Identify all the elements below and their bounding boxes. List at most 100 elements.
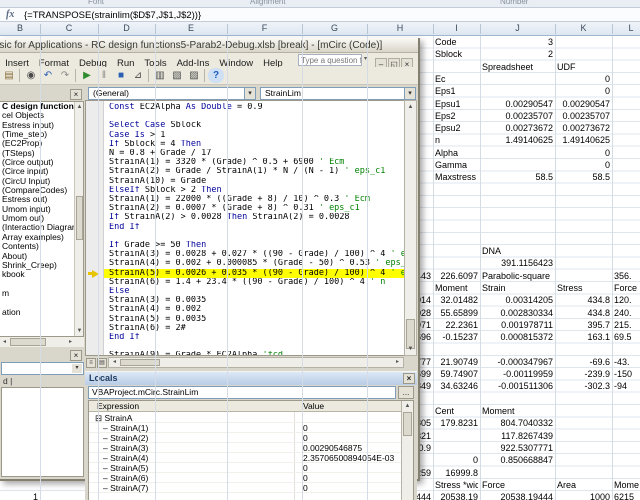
locals-row[interactable]: – StrainA(4)2.35706500894054E-03Double xyxy=(89,453,413,463)
spreadsheet-cell[interactable]: Ec xyxy=(435,73,478,85)
spreadsheet-cell[interactable]: 55.65899 xyxy=(435,307,478,319)
locals-row[interactable]: – StrainA(3)0.00290546875Double xyxy=(89,443,413,453)
spreadsheet-cell[interactable]: Parabolic-square xyxy=(482,270,553,282)
code-line[interactable]: If StrainA(2) > 0.0028 Then StrainA(2) =… xyxy=(104,213,404,222)
spreadsheet-cell[interactable]: 395.7 xyxy=(557,319,610,331)
code-margin[interactable] xyxy=(86,101,104,355)
spreadsheet-cell[interactable]: 16999.8 xyxy=(435,467,478,479)
code-line[interactable]: If Sblock = 4 Then xyxy=(104,140,404,149)
code-line[interactable]: Case Is > 1 xyxy=(104,131,404,140)
undo-icon[interactable]: ↶ xyxy=(40,68,56,83)
code-line[interactable]: StrainA(4) = 0.002 + 0.000085 * (Grade -… xyxy=(104,259,404,268)
spreadsheet-cell[interactable]: Cent xyxy=(435,405,478,417)
spreadsheet-cell[interactable]: -0.000347967 xyxy=(482,356,553,368)
project-tree-item[interactable] xyxy=(0,280,83,289)
code-line[interactable]: StrainA(6) = 2# xyxy=(104,324,404,333)
code-line[interactable]: ElseIf Sblock > 2 Then xyxy=(104,186,404,195)
spreadsheet-cell[interactable]: Gamma xyxy=(435,159,478,171)
help-icon[interactable]: ? xyxy=(208,68,224,83)
spreadsheet-cell[interactable]: -302.3 xyxy=(557,380,610,392)
project-horizontal-scrollbar[interactable]: ◂ ▸ xyxy=(0,337,84,347)
code-line[interactable]: StrainA(10) = Grade xyxy=(104,177,404,186)
code-line[interactable]: End If xyxy=(104,223,404,232)
properties-close-icon[interactable]: × xyxy=(70,350,82,361)
spreadsheet-cell[interactable]: -94 xyxy=(614,380,640,392)
spreadsheet-cell[interactable]: -69.6 xyxy=(557,356,610,368)
spreadsheet-cell[interactable]: 0 xyxy=(557,85,610,97)
code-line[interactable]: StrainA(1) = 22000 * ((Grade + 8) / 10) … xyxy=(104,195,404,204)
code-line[interactable]: StrainA(3) = 0.0028 + 0.027 * ((90 - Gra… xyxy=(104,250,404,259)
menu-item-run[interactable]: Run xyxy=(112,57,139,67)
spreadsheet-cell[interactable]: Strain xyxy=(482,282,553,294)
code-line[interactable]: StrainA(5) = 0.0035 xyxy=(104,315,404,324)
spreadsheet-cell[interactable]: 240. xyxy=(614,307,640,319)
locals-column-header-expression[interactable]: Expression xyxy=(93,401,139,412)
menu-item-debug[interactable]: Debug xyxy=(74,57,112,67)
code-line[interactable]: Else xyxy=(104,287,404,296)
code-line[interactable]: StrainA(2) = 0.0007 * (Grade + 8) ^ 0.31… xyxy=(104,204,404,213)
spreadsheet-cell[interactable]: -0.00119959 xyxy=(482,368,553,380)
spreadsheet-cell[interactable]: 117.8267439 xyxy=(482,430,553,442)
spreadsheet-cell[interactable]: 22.2361 xyxy=(435,319,478,331)
menu-item-add-ins[interactable]: Add-Ins xyxy=(172,57,215,67)
procedure-view-icon[interactable]: ≡ xyxy=(86,358,96,368)
spreadsheet-cell[interactable]: 391.1156423 xyxy=(482,257,553,269)
spreadsheet-cell[interactable]: 58.5 xyxy=(482,171,553,183)
spreadsheet-cell[interactable]: Area xyxy=(557,479,610,491)
chevron-down-icon[interactable]: ▾ xyxy=(244,88,255,99)
spreadsheet-cell[interactable]: -239.9 xyxy=(557,368,610,380)
run-icon[interactable]: ▶ xyxy=(79,68,95,83)
code-line[interactable]: If Grade >= 50 Then xyxy=(104,241,404,250)
menu-item-insert[interactable]: Insert xyxy=(0,57,34,67)
locals-row[interactable]: – StrainA(2)0Double xyxy=(89,433,413,443)
code-line[interactable]: Select Case Sblock xyxy=(104,121,404,130)
code-line[interactable] xyxy=(104,232,404,241)
code-vertical-scrollbar[interactable]: ▲ ▼ xyxy=(404,100,417,356)
code-current-line[interactable]: StrainA(5) = 0.0026 + 0.035 * ((90 - Gra… xyxy=(104,268,404,278)
spreadsheet-cell[interactable]: Moment xyxy=(482,405,553,417)
paste-icon[interactable]: ▤ xyxy=(1,68,17,83)
spreadsheet-cell[interactable]: 0.00235707 xyxy=(557,110,610,122)
code-line[interactable]: StrainA(3) = 0.0035 xyxy=(104,296,404,305)
spreadsheet-cell[interactable]: 922.5307771 xyxy=(482,442,553,454)
spreadsheet-cell[interactable]: 0.00314205 xyxy=(482,294,553,306)
vbe-title-bar[interactable]: Microsoft Visual Basic for Applications … xyxy=(0,38,418,53)
spreadsheet-cell[interactable]: 0.00290547 xyxy=(482,98,553,110)
spreadsheet-cell[interactable]: Mome xyxy=(614,479,640,491)
locals-context-input[interactable]: VBAProject.mCirc.StrainLim xyxy=(88,386,396,399)
locals-browse-button[interactable]: ... xyxy=(398,386,414,399)
project-tree-item[interactable]: kbook xyxy=(0,269,83,279)
spreadsheet-cell[interactable]: 1 xyxy=(2,491,38,500)
code-editor[interactable]: Const EC2Alpha As Double = 0.9 Select Cas… xyxy=(85,100,404,356)
spreadsheet-cell[interactable]: UDF xyxy=(557,61,610,73)
locals-row[interactable]: – StrainA(1)0Double xyxy=(89,423,413,433)
menu-item-help[interactable]: Help xyxy=(258,57,288,67)
spreadsheet-cell[interactable]: Stress xyxy=(557,282,610,294)
spreadsheet-cell[interactable]: 0.000815372 xyxy=(482,331,553,343)
spreadsheet-cell[interactable]: 32.01482 xyxy=(435,294,478,306)
spreadsheet-cell[interactable]: Epsu2 xyxy=(435,122,478,134)
spreadsheet-cell[interactable]: 0.850668847 xyxy=(482,454,553,466)
spreadsheet-cell[interactable]: 21.90749 xyxy=(435,356,478,368)
locals-vertical-scrollbar[interactable]: ▲ ▼ xyxy=(401,401,413,500)
spreadsheet-cell[interactable]: 1000 xyxy=(557,491,610,500)
spreadsheet-cell[interactable]: 3 xyxy=(482,36,553,48)
spreadsheet-cell[interactable]: Eps2 xyxy=(435,110,478,122)
spreadsheet-cell[interactable]: 20538.19444 xyxy=(482,491,553,500)
object-browser-icon[interactable]: ▨ xyxy=(186,68,202,83)
redo-icon[interactable]: ↷ xyxy=(57,68,73,83)
spreadsheet-cell[interactable]: 0.00290547 xyxy=(557,98,610,110)
spreadsheet-cell[interactable]: 120. xyxy=(614,294,640,306)
spreadsheet-cell[interactable]: Moment xyxy=(435,282,478,294)
procedure-dropdown[interactable]: StrainLim ▾ xyxy=(260,87,416,100)
help-search-input[interactable]: Type a question for help xyxy=(298,54,362,66)
properties-tabs[interactable]: d | xyxy=(0,375,84,387)
spreadsheet-cell[interactable]: Spreadsheet xyxy=(482,61,553,73)
locals-expression[interactable]: – StrainA(7) xyxy=(99,483,148,494)
spreadsheet-cell[interactable]: 59.74907 xyxy=(435,368,478,380)
code-line[interactable]: N = 0.8 + Grade / 17 xyxy=(104,149,404,158)
spreadsheet-cell[interactable]: 34.63246 xyxy=(435,380,478,392)
spreadsheet-cell[interactable]: 0.001978711 xyxy=(482,319,553,331)
code-line[interactable]: StrainA(2) = Grade / StrainA(1) * N / (N… xyxy=(104,167,404,176)
spreadsheet-cell[interactable]: 804.7040332 xyxy=(482,417,553,429)
